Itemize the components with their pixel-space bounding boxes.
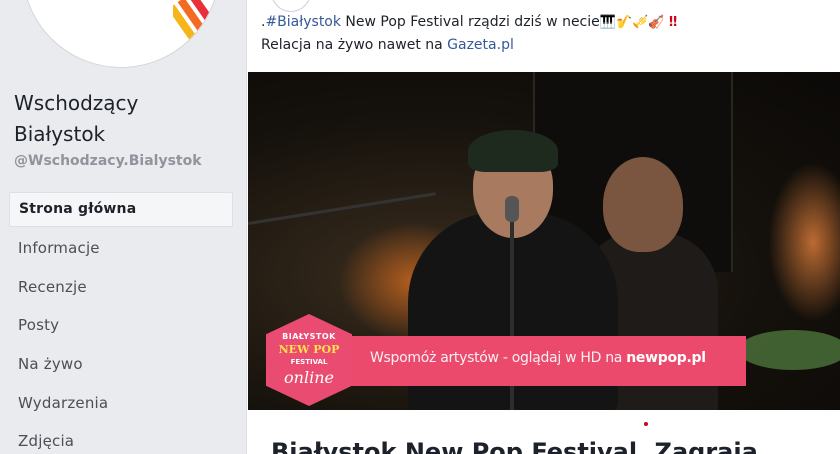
nav-item-posts[interactable]: Posty (9, 307, 233, 346)
microphone (505, 196, 519, 222)
banner-text: Wspomóż artystów - oglądaj w HD na newpo… (370, 350, 706, 366)
festival-logo-online: online (284, 368, 334, 387)
logo-stripes-icon (173, 0, 219, 51)
nav-item-events[interactable]: Wydarzenia (9, 385, 233, 424)
page-name[interactable]: Wschodzący Białystok (14, 88, 234, 150)
nav-item-live[interactable]: Na żywo (9, 346, 233, 385)
post-text: .#Białystok New Pop Festival rządzi dziś… (261, 11, 831, 56)
violin-icon: 🎻 (648, 15, 665, 30)
post-text-line1: New Pop Festival rządzi dziś w necie (340, 14, 600, 30)
support-banner: Wspomóż artystów - oglądaj w HD na newpo… (310, 336, 746, 386)
live-video[interactable]: Wspomóż artystów - oglądaj w HD na newpo… (248, 72, 840, 410)
nav-item-about[interactable]: Informacje (9, 230, 233, 269)
singer-hair (468, 130, 558, 172)
nav-item-home[interactable]: Strona główna (9, 192, 233, 227)
post-card: .#Białystok New Pop Festival rządzi dziś… (246, 0, 840, 454)
cymbal (738, 330, 840, 370)
nav-item-reviews[interactable]: Recenzje (9, 269, 233, 308)
nav-item-photos[interactable]: Zdjęcia (9, 423, 233, 454)
trumpet-icon: 🎺 (632, 15, 649, 30)
hashtag-link[interactable]: #Białystok (265, 14, 341, 30)
page-handle[interactable]: @Wschodzacy.Bialystok (14, 153, 202, 169)
festival-logo-title: NEW POP (278, 343, 340, 356)
page-nav: Strona główna Informacje Recenzje Posty … (9, 192, 233, 454)
page-avatar[interactable] (22, 0, 220, 68)
banner-text-main: Wspomóż artystów - oglądaj w HD na (370, 350, 627, 366)
stage-light-right (768, 162, 840, 322)
festival-logo-festival: FESTIVAL (290, 358, 328, 366)
saxophone-icon: 🎷 (615, 15, 633, 30)
live-indicator-dot (644, 422, 648, 426)
post-text-line2: Relacja na żywo nawet na (261, 37, 448, 53)
festival-logo-city: BIAŁYSTOK (282, 332, 336, 341)
page-sidebar: Wschodzący Białystok @Wschodzacy.Bialyst… (0, 0, 240, 454)
gazeta-link[interactable]: Gazeta.pl (447, 37, 514, 53)
post-headline[interactable]: Białystok New Pop Festival. Zagraja... (271, 438, 831, 454)
piano-icon: 🎹 (599, 15, 616, 30)
musician-head (603, 157, 683, 252)
banner-link: newpop.pl (626, 350, 706, 366)
double-exclamation-icon: ‼ (668, 15, 678, 30)
